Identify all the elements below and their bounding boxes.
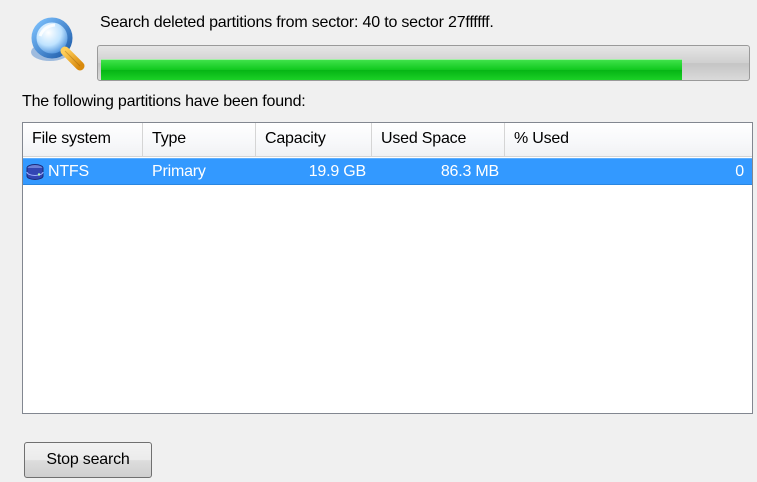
search-progress-bar	[97, 45, 750, 81]
column-header-type[interactable]: Type	[143, 123, 256, 156]
partitions-list[interactable]: File system Type Capacity Used Space % U…	[22, 122, 753, 414]
list-header: File system Type Capacity Used Space % U…	[23, 123, 752, 157]
column-header-percent-used[interactable]: % Used	[505, 123, 752, 156]
partition-search-dialog: Search deleted partitions from sector: 4…	[0, 0, 757, 482]
column-header-used-space[interactable]: Used Space	[372, 123, 505, 156]
cell-percent-used: 0	[735, 162, 744, 180]
cell-file-system: NTFS	[23, 162, 143, 182]
partition-drive-icon	[25, 162, 45, 182]
cell-used-space: 86.3 MB	[440, 162, 499, 180]
search-magnifier-icon	[28, 14, 88, 74]
file-system-value: NTFS	[48, 162, 89, 180]
search-status-text: Search deleted partitions from sector: 4…	[100, 14, 494, 31]
cell-capacity: 19.9 GB	[308, 162, 367, 180]
partition-row[interactable]: NTFS Primary 19.9 GB 86.3 MB 0	[23, 158, 752, 185]
stop-search-button[interactable]: Stop search	[24, 442, 152, 478]
search-progress-fill	[101, 59, 682, 80]
found-partitions-label: The following partitions have been found…	[22, 93, 306, 110]
column-header-capacity[interactable]: Capacity	[256, 123, 372, 156]
column-header-file-system[interactable]: File system	[23, 123, 143, 156]
cell-type: Primary	[152, 162, 206, 180]
